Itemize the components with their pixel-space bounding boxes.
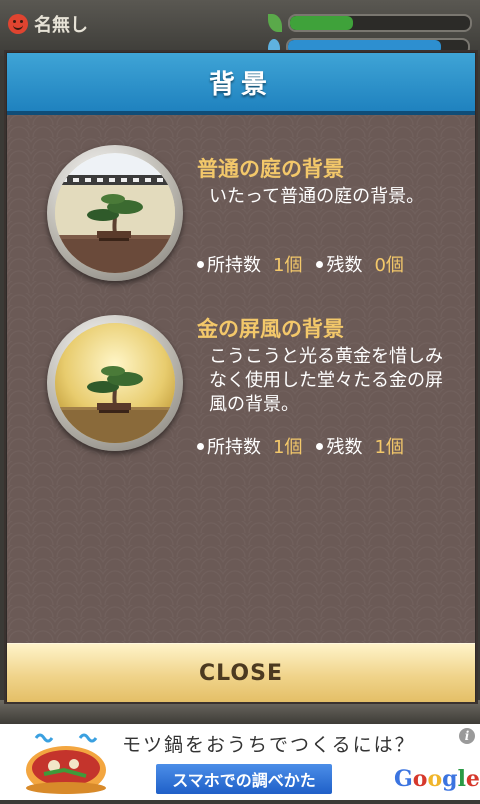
dialog-header: 背景 [7, 53, 475, 115]
user-name: 名無し [34, 15, 88, 36]
bullet-icon [197, 442, 204, 450]
energy-bar [288, 14, 472, 32]
item-stats: 所持数 1個 残数 0個 [197, 251, 404, 277]
item-stats: 所持数 1個 残数 1個 [197, 433, 404, 459]
owned-value: 1個 [273, 255, 303, 276]
energy-meter [268, 14, 472, 32]
status-bar: 名無し [0, 0, 480, 56]
owned-label: 所持数 [207, 437, 261, 458]
hotpot-image [18, 724, 118, 800]
google-logo: Google [394, 766, 480, 792]
item-description: いたって普通の庭の背景。 [209, 186, 425, 207]
dialog-title: 背景 [208, 69, 273, 100]
bullet-icon [316, 442, 324, 450]
remaining-value: 1個 [374, 437, 404, 458]
background-panel [0, 700, 480, 724]
item-title: 普通の庭の背景 [197, 157, 344, 181]
energy-bar-fill [290, 16, 353, 30]
ad-action-button[interactable]: スマホでの調べかた [156, 764, 332, 794]
ad-headline[interactable]: モツ鍋をおうちでつくるには？ [122, 730, 416, 757]
bullet-icon [316, 260, 324, 268]
info-icon[interactable]: i [459, 728, 475, 744]
close-button[interactable]: CLOSE [7, 643, 475, 702]
item-title: 金の屏風の背景 [197, 317, 344, 341]
smile-icon [8, 14, 28, 34]
bullet-icon [197, 260, 204, 268]
owned-value: 1個 [273, 437, 303, 458]
leaf-icon [268, 14, 282, 32]
ad-banner[interactable]: モツ鍋をおうちでつくるには？ スマホでの調べかた Google [0, 724, 480, 800]
bonsai-garden-icon [47, 145, 183, 281]
user-profile[interactable]: 名無し [8, 12, 88, 36]
remaining-value: 0個 [374, 255, 404, 276]
remaining-label: 残数 [326, 437, 363, 458]
item-description: こうこうと光る黄金を惜しみなく使用した堂々たる金の屏風の背景。 [209, 346, 443, 415]
bonsai-gold-screen-icon [47, 315, 183, 451]
remaining-label: 残数 [326, 255, 363, 276]
close-button-label: CLOSE [199, 660, 283, 686]
background-dialog: 背景 普通の庭の背景 いたって普通の庭の背景。 所持数 1個 残数 0個 金の屏… [6, 52, 476, 702]
owned-label: 所持数 [207, 255, 261, 276]
